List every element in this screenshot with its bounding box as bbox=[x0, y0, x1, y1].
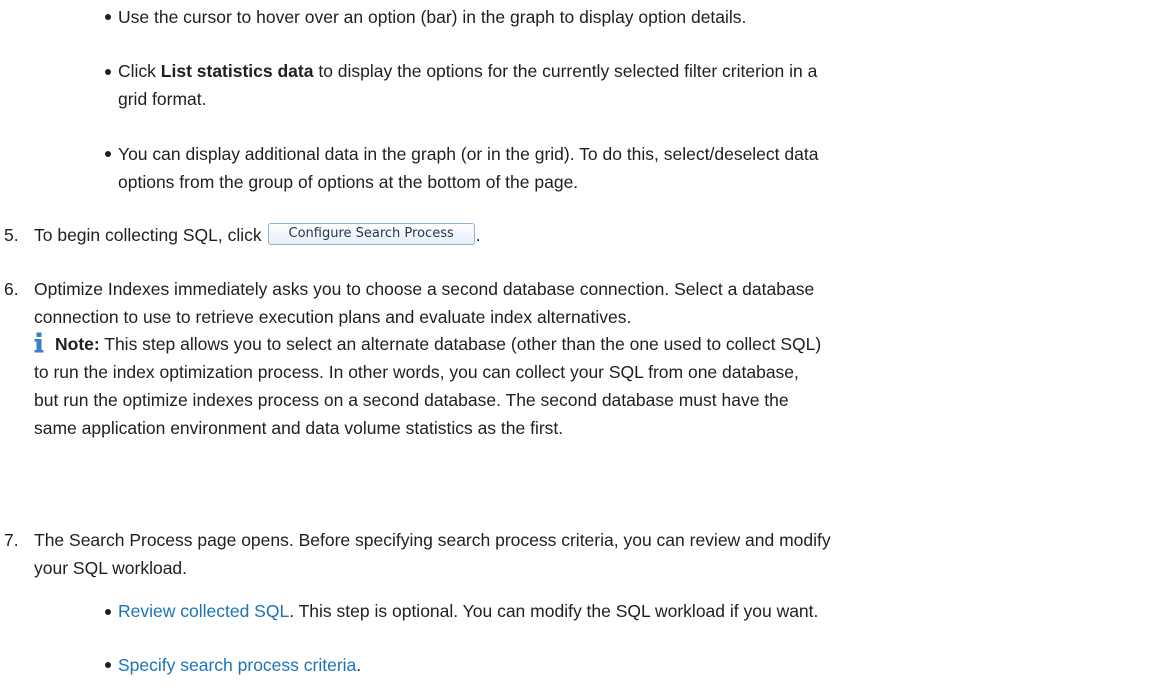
step-text: connection to use to retrieve execution … bbox=[34, 307, 632, 327]
note-text: to run the index optimization process. I… bbox=[34, 362, 799, 382]
bullet-text: Use the cursor to hover over an option (… bbox=[118, 7, 747, 27]
step-5: To begin collecting SQL, click Configure… bbox=[34, 221, 481, 249]
bullet-item: Review collected SQL. This step is optio… bbox=[118, 597, 818, 625]
note-label: Note: bbox=[55, 334, 100, 354]
review-collected-sql-link[interactable]: Review collected SQL bbox=[118, 601, 289, 621]
bullet-text: to display the options for the currently… bbox=[313, 61, 818, 81]
step-6: Optimize Indexes immediately asks you to… bbox=[34, 275, 814, 331]
step-number: 5. bbox=[4, 225, 19, 245]
bullet-text: . This step is optional. You can modify … bbox=[289, 601, 819, 621]
note-block-continued: to run the index optimization process. I… bbox=[34, 358, 799, 442]
ui-term-list-statistics-data: List statistics data bbox=[160, 61, 314, 81]
bullet-text: grid format. bbox=[118, 89, 207, 109]
note-text: This step allows you to select an altern… bbox=[99, 334, 822, 354]
configure-search-process-button[interactable]: Configure Search Process bbox=[267, 223, 475, 246]
specify-search-process-criteria-link[interactable]: Specify search process criteria bbox=[118, 655, 356, 675]
bullet-dot bbox=[105, 609, 111, 615]
note-text: but run the optimize indexes process on … bbox=[34, 390, 789, 410]
step-text: . bbox=[475, 225, 481, 245]
bullet-dot bbox=[105, 69, 111, 75]
bullet-text: You can display additional data in the g… bbox=[118, 144, 819, 164]
step-number: 6. bbox=[4, 279, 19, 299]
bullet-dot bbox=[105, 662, 111, 668]
bullet-item: Use the cursor to hover over an option (… bbox=[118, 3, 746, 31]
info-icon bbox=[34, 332, 44, 353]
bullet-item: Click List statistics data to display th… bbox=[118, 57, 817, 113]
step-text: Optimize Indexes immediately asks you to… bbox=[34, 279, 815, 299]
bullet-dot bbox=[105, 151, 111, 157]
bullet-text: . bbox=[356, 655, 362, 675]
bullet-text: options from the group of options at the… bbox=[118, 172, 579, 192]
step-text: your SQL workload. bbox=[34, 558, 188, 578]
bullet-item: You can display additional data in the g… bbox=[118, 140, 818, 196]
bullet-dot bbox=[105, 14, 111, 20]
step-number: 7. bbox=[4, 530, 19, 550]
bullet-item: Specify search process criteria. bbox=[118, 651, 361, 679]
step-text: To begin collecting SQL, click bbox=[34, 225, 262, 245]
step-7: The Search Process page opens. Before sp… bbox=[34, 526, 831, 582]
bullet-text: Click bbox=[118, 61, 161, 81]
step-text: The Search Process page opens. Before sp… bbox=[34, 530, 831, 550]
note-text: same application environment and data vo… bbox=[34, 418, 564, 438]
note-block: Note: This step allows you to select an … bbox=[55, 330, 821, 358]
